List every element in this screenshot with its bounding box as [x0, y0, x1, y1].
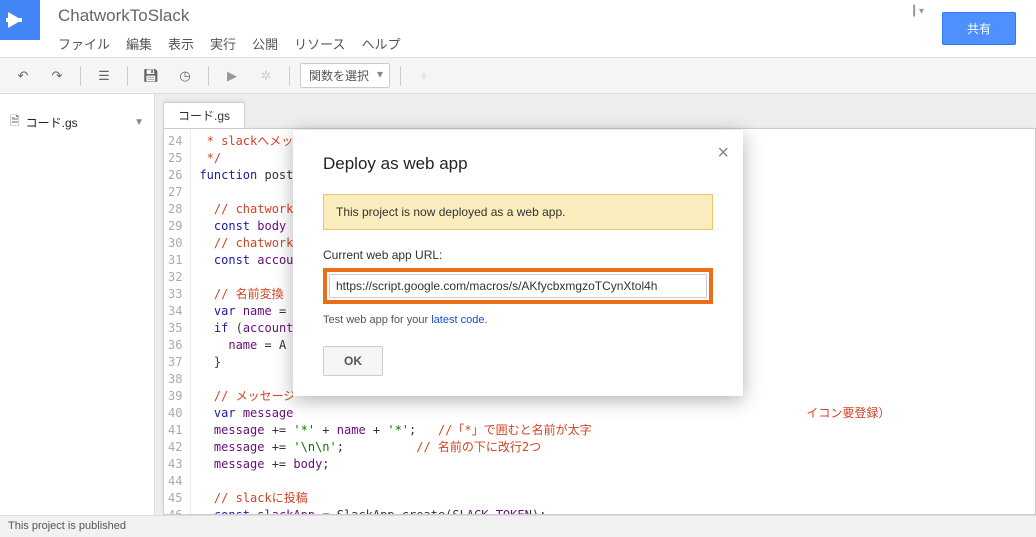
menu-run[interactable]: 実行	[210, 34, 236, 53]
ok-button[interactable]: OK	[323, 346, 383, 376]
menu-edit[interactable]: 編集	[126, 34, 152, 53]
function-select[interactable]: 関数を選択	[300, 63, 390, 88]
url-label: Current web app URL:	[323, 248, 713, 262]
chevron-down-icon[interactable]: ▼	[134, 117, 144, 128]
share-button[interactable]: 共有	[942, 12, 1016, 45]
run-icon[interactable]: ▶	[219, 63, 245, 89]
toolbar-separator	[400, 66, 401, 86]
test-link-line: Test web app for your latest code.	[323, 314, 713, 326]
menu-resources[interactable]: リソース	[294, 34, 345, 53]
debug-icon[interactable]: ✲	[253, 63, 279, 89]
file-icon: 🗎	[10, 112, 20, 133]
undo-icon[interactable]: ↶	[10, 63, 36, 89]
test-suffix: .	[484, 314, 487, 326]
clock-icon[interactable]: ◷	[172, 63, 198, 89]
app-header: ChatworkToSlack ファイル 編集 表示 実行 公開 リソース ヘル…	[0, 0, 1036, 58]
project-title[interactable]: ChatworkToSlack	[58, 6, 913, 26]
sidebar-file-item[interactable]: 🗎 コード.gs ▼	[0, 108, 154, 137]
menu-file[interactable]: ファイル	[58, 34, 110, 53]
editor-tab[interactable]: コード.gs	[163, 102, 245, 128]
sidebar-file-label: コード.gs	[26, 114, 78, 131]
toolbar-separator	[80, 66, 81, 86]
app-logo-icon	[0, 0, 40, 40]
menu-bar: ファイル 編集 表示 実行 公開 リソース ヘルプ	[58, 34, 913, 53]
toolbar: ↶ ↷ ☰ 💾︎ ◷ ▶ ✲ 関数を選択 ♀	[0, 58, 1036, 94]
close-icon[interactable]: ×	[717, 142, 729, 165]
modal-banner: This project is now deployed as a web ap…	[323, 194, 713, 230]
header-main: ChatworkToSlack ファイル 編集 表示 実行 公開 リソース ヘル…	[40, 0, 913, 53]
toolbar-separator	[127, 66, 128, 86]
toolbar-separator	[208, 66, 209, 86]
account-dropdown-icon[interactable]: ▎▾	[913, 0, 922, 17]
menu-publish[interactable]: 公開	[252, 34, 278, 53]
status-bar: This project is published	[0, 515, 1036, 537]
url-highlight-box	[323, 268, 713, 304]
web-app-url-input[interactable]	[329, 274, 707, 298]
deploy-modal: × Deploy as web app This project is now …	[293, 130, 743, 396]
status-text: This project is published	[8, 520, 126, 532]
menu-view[interactable]: 表示	[168, 34, 194, 53]
lightbulb-icon[interactable]: ♀	[411, 63, 437, 89]
menu-help[interactable]: ヘルプ	[361, 34, 400, 53]
test-prefix: Test web app for your	[323, 314, 431, 326]
latest-code-link[interactable]: latest code	[431, 314, 484, 326]
modal-title: Deploy as web app	[323, 154, 713, 174]
indent-icon[interactable]: ☰	[91, 63, 117, 89]
line-gutter: 2425262728293031323334353637383940414243…	[164, 129, 191, 514]
redo-icon[interactable]: ↷	[44, 63, 70, 89]
save-icon[interactable]: 💾︎	[138, 63, 164, 89]
file-sidebar: 🗎 コード.gs ▼	[0, 94, 155, 515]
toolbar-separator	[289, 66, 290, 86]
editor-tabs: コード.gs	[163, 102, 1036, 128]
